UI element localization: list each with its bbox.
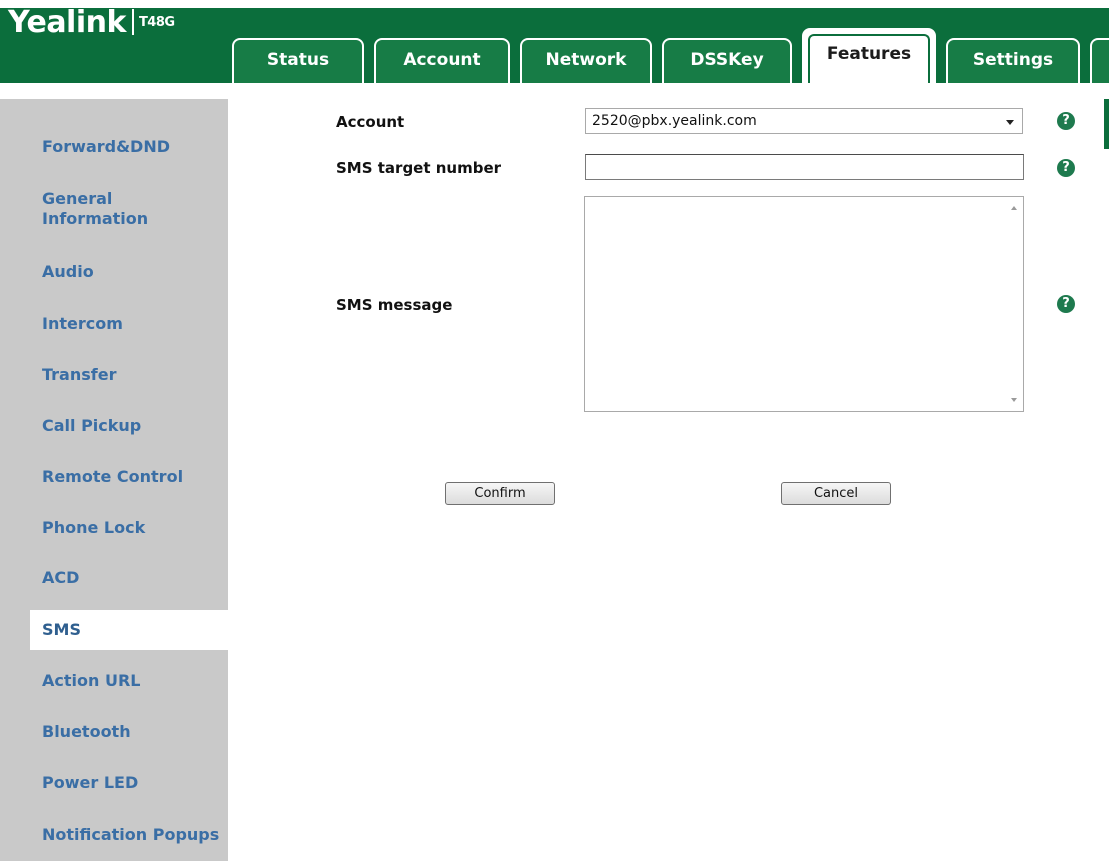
sidebar-item-intercom[interactable]: Intercom [42, 314, 123, 334]
help-icon[interactable]: ? [1057, 112, 1075, 130]
scroll-down-icon[interactable] [1011, 398, 1017, 402]
sidebar-item-general-information[interactable]: General Information [42, 189, 192, 229]
sms-target-number-label: SMS target number [336, 159, 502, 177]
sms-message-label: SMS message [336, 296, 453, 314]
account-select[interactable]: 2520@pbx.yealink.com [585, 108, 1023, 134]
sidebar-item-bluetooth[interactable]: Bluetooth [42, 722, 131, 742]
chevron-down-icon [1006, 120, 1014, 125]
sidebar-item-forward-dnd[interactable]: Forward&DND [42, 137, 170, 157]
header: Yealink T48G Status Account Network DSSKe… [0, 0, 1109, 83]
sidebar-item-audio[interactable]: Audio [42, 262, 94, 282]
sidebar-item-transfer[interactable]: Transfer [42, 365, 116, 385]
help-icon[interactable]: ? [1057, 159, 1075, 177]
tab-account[interactable]: Account [374, 38, 510, 83]
tab-status[interactable]: Status [232, 38, 364, 83]
sidebar-item-power-led[interactable]: Power LED [42, 773, 138, 793]
main-tabs: Status Account Network DSSKey Features S… [0, 0, 1109, 83]
sidebar-item-notification-popups[interactable]: Notification Popups [42, 825, 219, 845]
sidebar-item-call-pickup[interactable]: Call Pickup [42, 416, 141, 436]
tab-overflow[interactable] [1090, 38, 1109, 83]
sidebar-item-action-url[interactable]: Action URL [42, 671, 140, 691]
tab-dsskey[interactable]: DSSKey [662, 38, 792, 83]
sidebar-item-remote-control[interactable]: Remote Control [42, 467, 183, 487]
account-select-value: 2520@pbx.yealink.com [592, 113, 757, 129]
sidebar-item-acd[interactable]: ACD [42, 568, 79, 588]
help-icon[interactable]: ? [1057, 295, 1075, 313]
scroll-up-icon[interactable] [1011, 206, 1017, 210]
sidebar-item-phone-lock[interactable]: Phone Lock [42, 518, 145, 538]
tab-network[interactable]: Network [520, 38, 652, 83]
tab-settings[interactable]: Settings [946, 38, 1080, 83]
confirm-button[interactable]: Confirm [445, 482, 555, 505]
cancel-button[interactable]: Cancel [781, 482, 891, 505]
sidebar-item-sms[interactable]: SMS [30, 610, 240, 650]
sms-message-textarea[interactable] [584, 196, 1024, 412]
tab-features[interactable]: Features [802, 28, 936, 83]
account-label: Account [336, 113, 405, 131]
sms-target-number-input[interactable] [585, 154, 1024, 180]
right-edge-strip [1104, 99, 1109, 149]
